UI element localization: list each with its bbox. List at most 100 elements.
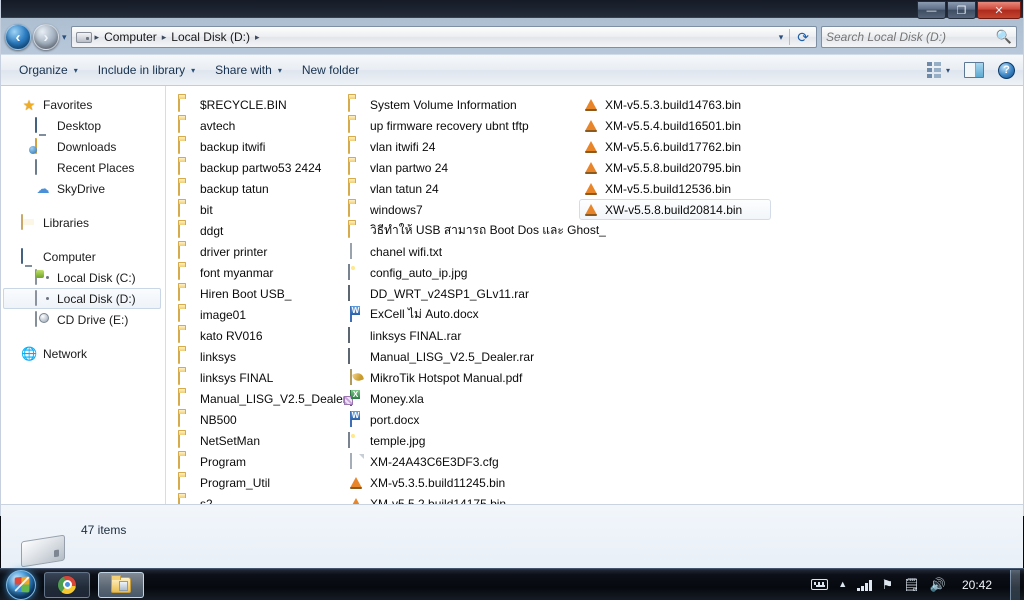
taskbar-button-chrome[interactable]	[44, 571, 90, 598]
maximize-button[interactable]: ❐	[947, 1, 976, 19]
file-list-item[interactable]: Program	[174, 451, 336, 472]
file-list-item[interactable]: windows7	[344, 199, 571, 220]
preview-pane-icon[interactable]	[964, 62, 984, 78]
address-dropdown-icon[interactable]: ▾	[773, 32, 790, 43]
file-name-label: Manual_LISG_V2.5_Dealer	[200, 391, 347, 406]
file-list-item[interactable]: avtech	[174, 115, 336, 136]
file-list-item[interactable]: MikroTik Hotspot Manual.pdf	[344, 367, 571, 388]
search-input[interactable]	[826, 30, 996, 44]
file-list-item[interactable]: backup partwo53 2424	[174, 157, 336, 178]
file-list-item[interactable]: ddgt	[174, 220, 336, 241]
show-desktop-button[interactable]	[1010, 569, 1020, 600]
file-list-item[interactable]: Hiren Boot USB_	[174, 283, 336, 304]
file-list-item[interactable]: linksys FINAL.rar	[344, 325, 571, 346]
file-list-item[interactable]: vlan tatun 24	[344, 178, 571, 199]
sidebar-group-computer[interactable]: Computer	[1, 246, 165, 267]
recent-locations-button[interactable]: ▾	[62, 32, 67, 43]
file-list-item[interactable]: $RECYCLE.BIN	[174, 94, 336, 115]
device-icon[interactable]: 🗒	[903, 578, 920, 591]
organize-button[interactable]: Organize ▾	[9, 59, 88, 81]
file-list-item[interactable]: NetSetMan	[174, 430, 336, 451]
file-list-item[interactable]: ExCell ไม่ Auto.docx	[344, 304, 571, 325]
file-list-item[interactable]: XM-24A43C6E3DF3.cfg	[344, 451, 571, 472]
file-list-item[interactable]: XM-v5.5.2.build14175.bin	[344, 493, 571, 505]
file-list-item[interactable]: XW-v5.5.8.build20814.bin	[579, 199, 771, 220]
file-list-item[interactable]: linksys	[174, 346, 336, 367]
file-list-item[interactable]: s2	[174, 493, 336, 504]
new-folder-button[interactable]: New folder	[292, 59, 369, 81]
sidebar-item-cd-drive-e[interactable]: CD Drive (E:)	[1, 309, 165, 330]
sidebar-item-desktop[interactable]: Desktop	[1, 115, 165, 136]
sidebar-group-favorites[interactable]: ★ Favorites	[1, 94, 165, 115]
view-dropdown-icon[interactable]: ▾	[946, 66, 950, 75]
start-button[interactable]	[6, 569, 36, 600]
file-list-item[interactable]: วิธีทำให้ USB สามารถ Boot Dos และ Ghost_	[344, 220, 606, 241]
network-signal-icon[interactable]	[857, 579, 872, 591]
file-list-item[interactable]: image01	[174, 304, 336, 325]
file-list-item[interactable]: linksys FINAL	[174, 367, 336, 388]
file-list-item[interactable]: vlan itwifi 24	[344, 136, 571, 157]
file-list-item[interactable]: temple.jpg	[344, 430, 571, 451]
sidebar-group-network[interactable]: 🌐 Network	[1, 343, 165, 364]
file-list-item[interactable]: Money.xla	[344, 388, 571, 409]
icon-shape	[178, 263, 180, 280]
breadcrumb-computer[interactable]: Computer	[100, 29, 161, 45]
file-list-item[interactable]: up firmware recovery ubnt tftp	[344, 115, 571, 136]
share-with-button[interactable]: Share with ▾	[205, 59, 292, 81]
command-bar: Organize ▾ Include in library ▾ Share wi…	[1, 55, 1023, 86]
keyboard-ime-icon[interactable]	[811, 579, 829, 590]
file-list-item[interactable]: NB500	[174, 409, 336, 430]
file-list-item[interactable]: backup itwifi	[174, 136, 336, 157]
file-list-item[interactable]: backup tatun	[174, 178, 336, 199]
volume-icon[interactable]: 🔊	[930, 578, 946, 591]
file-list-pane[interactable]: $RECYCLE.BIN avtech backup itwifi backup pa…	[166, 86, 1023, 504]
file-list-item[interactable]: XM-v5.5.8.build20795.bin	[579, 157, 771, 178]
sidebar-item-local-disk-c[interactable]: Local Disk (C:)	[1, 267, 165, 288]
file-list-item[interactable]: XM-v5.5.3.build14763.bin	[579, 94, 771, 115]
forward-button[interactable]: ›	[33, 24, 59, 50]
file-list-item[interactable]: System Volume Information	[344, 94, 571, 115]
show-hidden-icons-icon[interactable]: ▲	[838, 580, 847, 589]
file-list-item[interactable]: kato RV016	[174, 325, 336, 346]
file-list-item[interactable]: vlan partwo 24	[344, 157, 571, 178]
include-in-library-button[interactable]: Include in library ▾	[88, 59, 205, 81]
file-list-item[interactable]: DD_WRT_v24SP1_GLv11.rar	[344, 283, 571, 304]
sidebar-item-downloads[interactable]: Downloads	[1, 136, 165, 157]
file-list-item[interactable]: XM-v5.3.5.build11245.bin	[344, 472, 571, 493]
file-name-label: XM-v5.5.6.build17762.bin	[605, 139, 742, 154]
sidebar-group-libraries[interactable]: Libraries	[1, 212, 165, 233]
folder-icon	[178, 305, 194, 323]
minimize-button[interactable]: —	[917, 1, 946, 19]
sidebar-item-recent-places[interactable]: Recent Places	[1, 157, 165, 178]
folder-icon	[178, 431, 194, 449]
file-list-item[interactable]: driver printer	[174, 241, 336, 262]
refresh-icon[interactable]: ⟳	[790, 29, 816, 46]
file-list-item[interactable]: bit	[174, 199, 336, 220]
file-list-item[interactable]: Manual_LISG_V2.5_Dealer	[174, 388, 347, 409]
taskbar-button-windows-explorer[interactable]	[98, 571, 144, 598]
file-list-item[interactable]: Manual_LISG_V2.5_Dealer.rar	[344, 346, 571, 367]
search-box[interactable]: 🔍	[821, 26, 1017, 48]
action-center-flag-icon[interactable]: ⚑	[882, 578, 894, 591]
clock[interactable]: 20:42	[956, 578, 998, 592]
help-icon[interactable]: ?	[998, 61, 1015, 79]
file-list-item[interactable]: config_auto_ip.jpg	[344, 262, 571, 283]
file-list-item[interactable]: XM-v5.5.4.build16501.bin	[579, 115, 771, 136]
file-list-item[interactable]: Program_Util	[174, 472, 336, 493]
sidebar-item-skydrive[interactable]: ☁ SkyDrive	[1, 178, 165, 199]
back-arrow-icon: ‹	[15, 28, 21, 46]
sidebar-item-local-disk-d[interactable]: Local Disk (D:)	[3, 288, 161, 309]
back-button[interactable]: ‹	[5, 24, 31, 50]
change-view-icon[interactable]	[925, 62, 943, 78]
file-list-item[interactable]: XM-v5.5.build12536.bin	[579, 178, 771, 199]
address-bar[interactable]: ▸ Computer ▸ Local Disk (D:) ▸ ▾ ⟳	[70, 26, 817, 48]
file-list-item[interactable]: port.docx	[344, 409, 571, 430]
close-button[interactable]: ✕	[977, 1, 1021, 19]
file-name-label: vlan tatun 24	[370, 181, 439, 196]
search-icon[interactable]: 🔍	[996, 29, 1012, 45]
breadcrumb-local-disk-d[interactable]: Local Disk (D:)	[167, 29, 254, 45]
file-list-item[interactable]: font myanmar	[174, 262, 336, 283]
file-list-item[interactable]: chanel wifi.txt	[344, 241, 571, 262]
file-name-label: ddgt	[200, 223, 224, 238]
file-list-item[interactable]: XM-v5.5.6.build17762.bin	[579, 136, 771, 157]
